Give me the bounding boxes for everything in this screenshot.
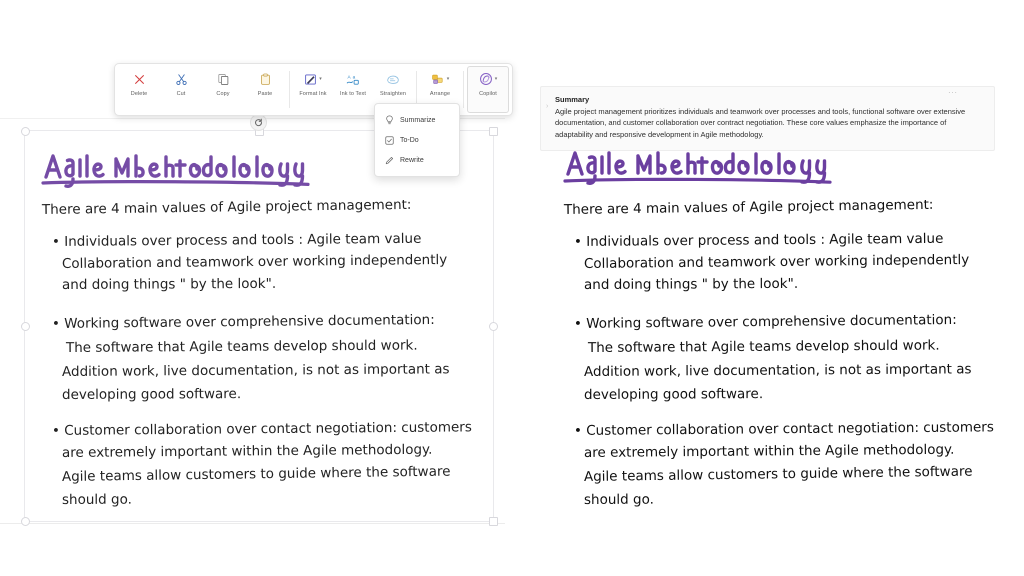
app-screenshot: { "toolbar": { "name": "ink-selection-to… — [0, 0, 1024, 576]
toolbar-button-cut[interactable]: Cut — [160, 66, 202, 113]
svg-text:a: a — [353, 74, 356, 79]
svg-text:The software that Agile teams: The software that Agile teams develop sh… — [65, 338, 418, 356]
svg-text:are extremely important within: are extremely important within the Agile… — [584, 442, 955, 461]
toolbar-label-straighten: Straighten — [379, 91, 407, 97]
summary-card-more-options-button[interactable]: ··· — [948, 88, 958, 97]
svg-text:• Working software over compre: • Working software over comprehensive do… — [52, 312, 435, 332]
svg-text:developing good software.: developing good software. — [584, 386, 763, 403]
lightbulb-icon — [384, 115, 394, 125]
menu-item-summarize[interactable]: Summarize — [375, 110, 459, 130]
svg-text:The software that Agile teams: The software that Agile teams develop sh… — [587, 338, 940, 356]
svg-text:• Working software over compre: • Working software over comprehensive do… — [574, 312, 957, 332]
scissors-icon — [175, 70, 188, 88]
clipboard-icon — [259, 70, 272, 88]
svg-text:are extremely important within: are extremely important within the Agile… — [62, 442, 433, 461]
copilot-icon: ▾ — [479, 70, 498, 88]
chevron-down-icon[interactable]: ▾ — [447, 76, 450, 82]
svg-text:Collaboration and teamwork ove: Collaboration and teamwork over working … — [584, 252, 969, 272]
selection-handle-top-left[interactable] — [21, 127, 30, 136]
toolbar-label-ink-to-text: Ink to Text — [339, 91, 367, 97]
copilot-summary-card[interactable]: Summary Agile project management priorit… — [540, 86, 995, 152]
copy-icon — [217, 70, 230, 88]
svg-text:Agile teams allow customers to: Agile teams allow customers to guide whe… — [584, 464, 973, 485]
selection-handle-bottom-left[interactable] — [21, 517, 30, 526]
svg-text:and doing things " by the look: and doing things " by the look". — [584, 276, 798, 293]
arrange-icon: ▾ — [431, 70, 450, 88]
note-body-ink-left: There are 4 main values of Agile project… — [40, 200, 495, 520]
menu-label-rewrite: Rewrite — [400, 156, 424, 164]
toolbar-label-copy: Copy — [216, 91, 230, 97]
selection-handle-top-right[interactable] — [489, 127, 498, 136]
svg-text:Collaboration and teamwork ove: Collaboration and teamwork over working … — [62, 252, 447, 272]
delete-x-icon — [133, 70, 146, 88]
menu-item-todo[interactable]: To-Do — [375, 130, 459, 150]
note-body-ink-right: There are 4 main values of Agile project… — [562, 200, 1017, 520]
chevron-down-icon[interactable]: ▾ — [319, 76, 322, 82]
svg-text:There are 4 main values of Agi: There are 4 main values of Agile project… — [41, 200, 412, 218]
svg-text:should go.: should go. — [584, 492, 654, 508]
toolbar-divider-1 — [289, 71, 290, 108]
pencil-icon — [384, 155, 394, 165]
checkbox-icon — [384, 135, 394, 145]
chevron-down-icon[interactable]: ▾ — [495, 76, 498, 82]
svg-text:and doing things " by the look: and doing things " by the look". — [62, 276, 276, 293]
svg-text:There are 4 main values of Agi: There are 4 main values of Agile project… — [563, 200, 934, 218]
svg-text:• Customer collaboration over: • Customer collaboration over contact ne… — [52, 419, 472, 439]
menu-label-todo: To-Do — [400, 136, 419, 144]
summary-card-body: Agile project management prioritizes ind… — [555, 107, 966, 139]
toolbar-label-cut: Cut — [176, 91, 186, 97]
svg-text:Agile teams allow customers to: Agile teams allow customers to guide whe… — [62, 464, 451, 485]
svg-text:• Customer collaboration over: • Customer collaboration over contact ne… — [574, 419, 994, 439]
svg-text:developing good software.: developing good software. — [62, 386, 241, 403]
toolbar-divider-3 — [463, 71, 464, 108]
format-ink-icon: ▾ — [304, 70, 322, 88]
svg-text:• Individuals over process and: • Individuals over process and tools : A… — [52, 231, 422, 250]
toolbar-button-paste[interactable]: Paste — [244, 66, 286, 113]
menu-item-rewrite[interactable]: Rewrite — [375, 150, 459, 170]
ink-to-text-icon: A a — [346, 70, 360, 88]
toolbar-button-copilot[interactable]: ▾ Copilot — [467, 66, 509, 113]
toolbar-label-copilot: Copilot — [479, 91, 497, 97]
toolbar-label-delete: Delete — [130, 91, 148, 97]
toolbar-button-delete[interactable]: Delete — [118, 66, 160, 113]
toolbar-button-copy[interactable]: Copy — [202, 66, 244, 113]
svg-text:Addition work, live documentat: Addition work, live documentation, is no… — [62, 361, 450, 380]
rotate-handle[interactable] — [250, 114, 267, 131]
menu-label-summarize: Summarize — [400, 116, 436, 124]
toolbar-button-format-ink[interactable]: ▾ Format Ink — [293, 66, 333, 113]
summary-card-title: Summary — [555, 95, 590, 104]
toolbar-button-ink-to-text[interactable]: A a Ink to Text — [333, 66, 373, 113]
toolbar-label-arrange: Arrange — [429, 91, 451, 97]
toolbar-label-paste: Paste — [257, 91, 273, 97]
svg-text:• Individuals over process and: • Individuals over process and tools : A… — [574, 231, 944, 250]
svg-text:Addition work, live documentat: Addition work, live documentation, is no… — [584, 361, 972, 380]
selection-handle-middle-left[interactable] — [21, 322, 30, 331]
svg-text:A: A — [348, 74, 352, 79]
note-title-ink-left — [40, 146, 315, 192]
copilot-dropdown-menu[interactable]: Summarize To-Do Rewrite — [374, 103, 460, 177]
straighten-icon — [386, 70, 400, 88]
svg-text:should go.: should go. — [62, 492, 132, 508]
summary-card-bullet-icon: › — [546, 103, 549, 110]
toolbar-label-format-ink: Format Ink — [299, 91, 327, 97]
